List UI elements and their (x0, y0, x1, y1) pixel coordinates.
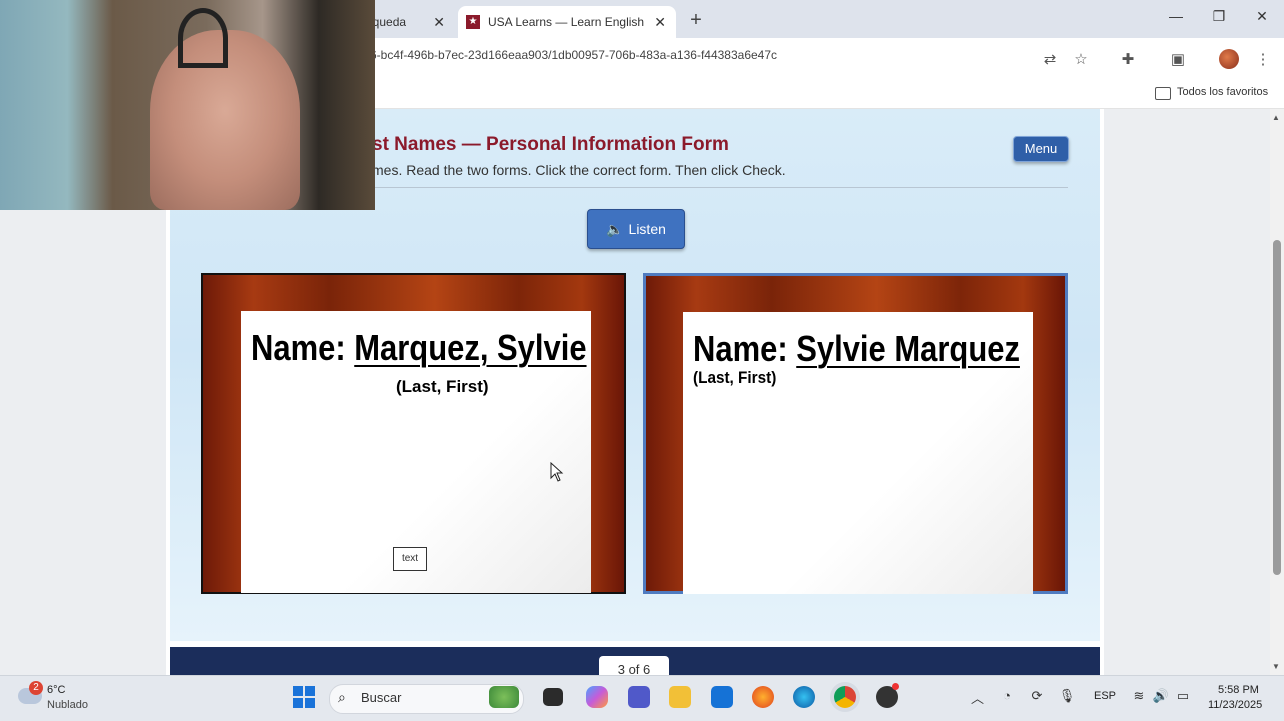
name-hint: (Last, First) (693, 368, 777, 387)
scroll-up-icon[interactable]: ▲ (1272, 113, 1280, 122)
text-label-box: text (393, 547, 427, 571)
headset-shape (178, 8, 228, 68)
scrollbar-thumb[interactable] (1273, 240, 1281, 575)
microphone-icon[interactable]: 🎙 (1058, 688, 1076, 704)
menu-button[interactable]: Menu (1013, 136, 1069, 162)
tab-label: USA Learns — Learn English for (488, 15, 646, 29)
page-title: st Names — Personal Information Form (372, 134, 729, 155)
address-bar[interactable]: 6-bc4f-496b-b7ec-23d166eaa903/1db00957-7… (370, 48, 1030, 62)
tab-usa-learns[interactable]: ★ USA Learns — Learn English for ✕ (458, 6, 676, 38)
name-line: Name: Sylvie Marquez (693, 328, 1020, 370)
instructions-text: mes. Read the two forms. Click the corre… (372, 162, 786, 178)
form-option-b[interactable]: Name: Sylvie Marquez (Last, First) (643, 273, 1068, 594)
clock-date[interactable]: 11/23/2025 (1208, 699, 1262, 711)
profile-avatar[interactable] (1219, 49, 1239, 69)
wifi-icon[interactable]: ≋ (1130, 688, 1148, 704)
tray-app-icon[interactable]: ◔ (998, 688, 1016, 703)
language-indicator[interactable]: ESP (1094, 690, 1116, 702)
file-explorer-icon[interactable] (669, 686, 691, 708)
favicon-star-icon: ★ (466, 15, 480, 29)
sync-icon[interactable]: ⟳ (1028, 688, 1046, 704)
name-value: Sylvie Marquez (796, 328, 1020, 369)
clock-time[interactable]: 5:58 PM (1218, 684, 1259, 696)
form-paper: Name: Marquez, Sylvie (Last, First) text (241, 311, 591, 593)
bookmark-star-icon[interactable]: ☆ (1071, 50, 1091, 70)
more-menu-icon[interactable]: ⋮ (1253, 50, 1273, 70)
webcam-overlay (0, 0, 375, 210)
chrome-icon[interactable] (834, 686, 856, 708)
name-line: Name: Marquez, Sylvie (251, 327, 587, 369)
firefox-icon[interactable] (752, 686, 774, 708)
edge-icon[interactable] (793, 686, 815, 708)
search-highlight-icon (489, 686, 519, 708)
windows-start-icon[interactable] (293, 686, 315, 708)
name-hint: (Last, First) (396, 377, 489, 396)
listen-button[interactable]: 🔈 Listen (587, 209, 685, 249)
speaker-icon: 🔈 (606, 220, 624, 237)
search-placeholder[interactable]: Buscar (361, 690, 401, 705)
weather-temperature[interactable]: 6°C (47, 684, 65, 696)
weather-badge: 2 (29, 681, 43, 695)
title-divider (372, 187, 1068, 188)
all-bookmarks-folder[interactable]: Todos los favoritos (1177, 86, 1268, 98)
restore-icon[interactable]: ❐ (1204, 8, 1234, 25)
store-icon[interactable] (711, 686, 733, 708)
minimize-icon[interactable]: — (1161, 8, 1191, 24)
search-icon: ⌕ (338, 689, 346, 705)
battery-icon[interactable]: ▭ (1174, 688, 1192, 704)
folder-icon (1155, 87, 1171, 100)
recording-dot-icon (892, 683, 899, 690)
name-value: Marquez, Sylvie (354, 327, 587, 368)
weather-condition[interactable]: Nublado (47, 699, 88, 711)
mouse-pointer-icon (550, 462, 564, 482)
chevron-up-icon[interactable]: ︿ (971, 688, 984, 707)
side-panel-icon[interactable]: ▣ (1168, 50, 1188, 70)
copilot-icon[interactable] (586, 686, 608, 708)
close-tab-icon[interactable]: ✕ (433, 14, 445, 31)
teams-icon[interactable] (628, 686, 650, 708)
form-paper: Name: Sylvie Marquez (Last, First) (683, 312, 1033, 594)
volume-icon[interactable]: 🔊 (1152, 688, 1170, 704)
listen-label: Listen (628, 221, 666, 237)
form-option-a[interactable]: Name: Marquez, Sylvie (Last, First) text (201, 273, 626, 594)
close-tab-icon[interactable]: ✕ (654, 14, 666, 31)
close-window-icon[interactable]: ✕ (1247, 8, 1277, 25)
translate-icon[interactable]: ⇄ (1040, 50, 1060, 70)
name-prefix: Name: (693, 328, 797, 369)
new-tab-icon[interactable]: + (686, 9, 706, 32)
task-view-icon[interactable] (543, 688, 563, 706)
extensions-icon[interactable]: ✚ (1118, 50, 1138, 70)
scroll-down-icon[interactable]: ▼ (1272, 662, 1280, 671)
name-prefix: Name: (251, 327, 355, 368)
